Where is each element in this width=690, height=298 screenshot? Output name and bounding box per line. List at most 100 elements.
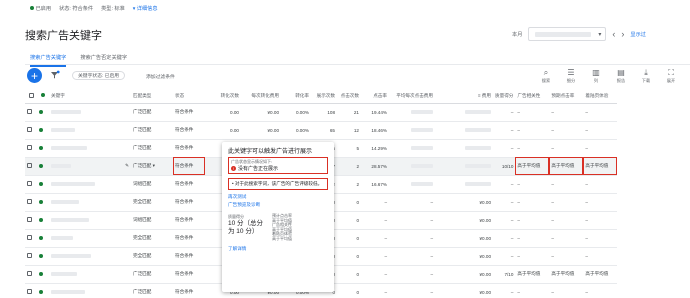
header-ad-relevance[interactable]: 广告相关性 bbox=[515, 89, 550, 104]
keyword-cell[interactable] bbox=[49, 193, 131, 212]
row-select[interactable] bbox=[25, 193, 37, 212]
table-row[interactable]: 广泛匹配 符合条件 0.00 ¥0.00 0.00% 65 12 18.46% – – – – bbox=[25, 121, 618, 140]
segment-tool-button[interactable]: ☰ 细分 bbox=[561, 68, 581, 84]
status-cell[interactable]: 符合条件 bbox=[173, 283, 205, 298]
status-cell[interactable]: 符合条件 bbox=[173, 193, 205, 212]
status-cell[interactable]: 符合条件 bbox=[173, 157, 205, 176]
row-select[interactable] bbox=[25, 103, 37, 122]
search-tool-button[interactable]: ⌕ 搜索 bbox=[536, 68, 556, 84]
match-type-cell: 完全匹配 bbox=[131, 193, 173, 212]
header-clicks[interactable]: 点击次数 bbox=[337, 89, 361, 104]
row-select[interactable] bbox=[25, 265, 37, 284]
row-checkbox[interactable] bbox=[27, 181, 32, 186]
columns-tool-button[interactable]: ▥ 列 bbox=[586, 68, 606, 84]
header-select-all[interactable] bbox=[25, 89, 37, 104]
show-more-link[interactable]: 显示过 bbox=[630, 31, 646, 38]
ad-relevance-cell: – bbox=[515, 211, 550, 230]
quality-score-cell: – bbox=[493, 193, 516, 212]
low-ad-rank-box: • 对于此搜索字词，该广告的广告评级较低。 bbox=[228, 178, 328, 190]
keyword-cell[interactable] bbox=[49, 103, 131, 122]
header-landing-page[interactable]: 着陆页体验 bbox=[583, 89, 618, 104]
status-cell[interactable]: 符合条件 bbox=[173, 229, 205, 248]
header-conversions[interactable]: 转化次数 bbox=[205, 89, 241, 104]
keyword-cell[interactable]: ✎ bbox=[49, 157, 131, 176]
row-checkbox[interactable] bbox=[27, 253, 32, 258]
row-select[interactable] bbox=[25, 175, 37, 194]
row-checkbox[interactable] bbox=[27, 235, 32, 240]
select-all-checkbox[interactable] bbox=[28, 92, 34, 98]
keyword-cell[interactable] bbox=[49, 247, 131, 266]
row-checkbox[interactable] bbox=[27, 127, 32, 132]
header-keyword[interactable]: 关键字 bbox=[49, 89, 131, 104]
date-range-select[interactable]: ▾ bbox=[528, 27, 607, 41]
row-select[interactable] bbox=[25, 139, 37, 158]
status-cell[interactable]: 符合条件 bbox=[173, 175, 205, 194]
next-period-icon[interactable]: › bbox=[621, 29, 624, 39]
tab-negative-keywords[interactable]: 搜索广告否定关键字 bbox=[80, 54, 127, 67]
landing-page-cell: – bbox=[583, 121, 618, 140]
status-cell[interactable]: 符合条件 bbox=[173, 121, 205, 140]
keyword-cell[interactable] bbox=[49, 229, 131, 248]
ad-preview-link[interactable]: 广告预览及诊断 bbox=[228, 202, 328, 208]
filter-chip-keyword-status[interactable]: 关键字状态: 已启用 bbox=[72, 71, 126, 80]
row-checkbox[interactable] bbox=[27, 199, 32, 204]
row-checkbox[interactable] bbox=[27, 109, 32, 114]
tab-search-keywords[interactable]: 搜索广告关键字 bbox=[30, 54, 67, 67]
header-avg-cpc[interactable]: 平均每次点击费用 bbox=[389, 89, 435, 104]
row-select[interactable] bbox=[25, 283, 37, 298]
header-quality-score[interactable]: 质量得分 bbox=[493, 89, 516, 104]
enabled-status-dot-icon bbox=[39, 145, 43, 150]
header-ctr[interactable]: 点击率 bbox=[361, 89, 389, 104]
row-checkbox[interactable] bbox=[27, 271, 32, 276]
row-status bbox=[37, 211, 49, 230]
status-cell[interactable]: 符合条件 bbox=[173, 103, 205, 122]
header-cost-per-conv[interactable]: 每次转化费用 bbox=[241, 89, 281, 104]
status-cell[interactable]: 符合条件 bbox=[173, 211, 205, 230]
details-link[interactable]: ▾ 详细信息 bbox=[133, 5, 158, 12]
keyword-cell[interactable] bbox=[49, 139, 131, 158]
header-cost[interactable]: ≡ 费用 bbox=[435, 89, 493, 104]
cost-per-conv-cell: ¥0.00 bbox=[241, 121, 281, 140]
add-filter-link[interactable]: 添加过滤条件 bbox=[146, 73, 175, 80]
header-match-type[interactable]: 匹配类型 bbox=[131, 89, 173, 104]
row-select[interactable] bbox=[25, 157, 37, 176]
dropdown-caret-icon[interactable]: ▾ bbox=[153, 163, 155, 168]
keyword-cell[interactable] bbox=[49, 175, 131, 194]
clicks-cell: 0 bbox=[337, 193, 361, 212]
status-cell[interactable]: 符合条件 bbox=[173, 265, 205, 284]
reports-tool-button[interactable]: ▤ 报告 bbox=[611, 68, 631, 84]
match-type-cell[interactable]: 广泛匹配 ▾ bbox=[131, 157, 173, 176]
row-checkbox[interactable] bbox=[27, 145, 32, 150]
keyword-cell[interactable] bbox=[49, 121, 131, 140]
row-select[interactable] bbox=[25, 211, 37, 230]
row-select[interactable] bbox=[25, 229, 37, 248]
row-checkbox[interactable] bbox=[27, 217, 32, 222]
previous-period-icon[interactable]: ‹ bbox=[612, 29, 615, 39]
table-row[interactable]: 广泛匹配 符合条件 0.00 ¥0.00 0.00% 108 21 19.44% – – – – bbox=[25, 103, 618, 122]
row-select[interactable] bbox=[25, 121, 37, 140]
add-keyword-button[interactable]: + bbox=[27, 68, 42, 83]
download-tool-button[interactable]: ⤓ 下载 bbox=[636, 68, 656, 84]
row-select[interactable] bbox=[25, 247, 37, 266]
row-checkbox[interactable] bbox=[27, 163, 32, 168]
quality-score-section: 质量得分 10 分（总分为 10 分） 预计点击率 高于平均值 广告相关性 高于… bbox=[228, 213, 328, 242]
conv-rate-cell: 0.00% bbox=[281, 121, 311, 140]
header-conv-rate[interactable]: 转化率 bbox=[281, 89, 311, 104]
status-cell[interactable]: 符合条件 bbox=[173, 247, 205, 266]
test-again-link[interactable]: 再次测试 bbox=[228, 194, 328, 200]
tool-label: 细分 bbox=[566, 78, 576, 83]
header-expected-ctr[interactable]: 预期点击率 bbox=[549, 89, 584, 104]
filter-icon[interactable] bbox=[50, 70, 60, 80]
header-impressions[interactable]: 展示次数 bbox=[311, 89, 337, 104]
keyword-cell[interactable] bbox=[49, 283, 131, 298]
row-checkbox[interactable] bbox=[27, 289, 32, 294]
keyword-cell[interactable] bbox=[49, 211, 131, 230]
expand-tool-button[interactable]: ⛶ 展开 bbox=[661, 68, 681, 84]
status-cell[interactable]: 符合条件 bbox=[173, 139, 205, 158]
learn-more-link[interactable]: 了解详情 bbox=[228, 246, 328, 252]
edit-pencil-icon[interactable]: ✎ bbox=[125, 163, 129, 169]
keyword-cell[interactable] bbox=[49, 265, 131, 284]
header-status[interactable]: 状态 bbox=[173, 89, 205, 104]
header-status-dot bbox=[37, 89, 49, 104]
enabled-status-dot-icon bbox=[39, 199, 43, 204]
